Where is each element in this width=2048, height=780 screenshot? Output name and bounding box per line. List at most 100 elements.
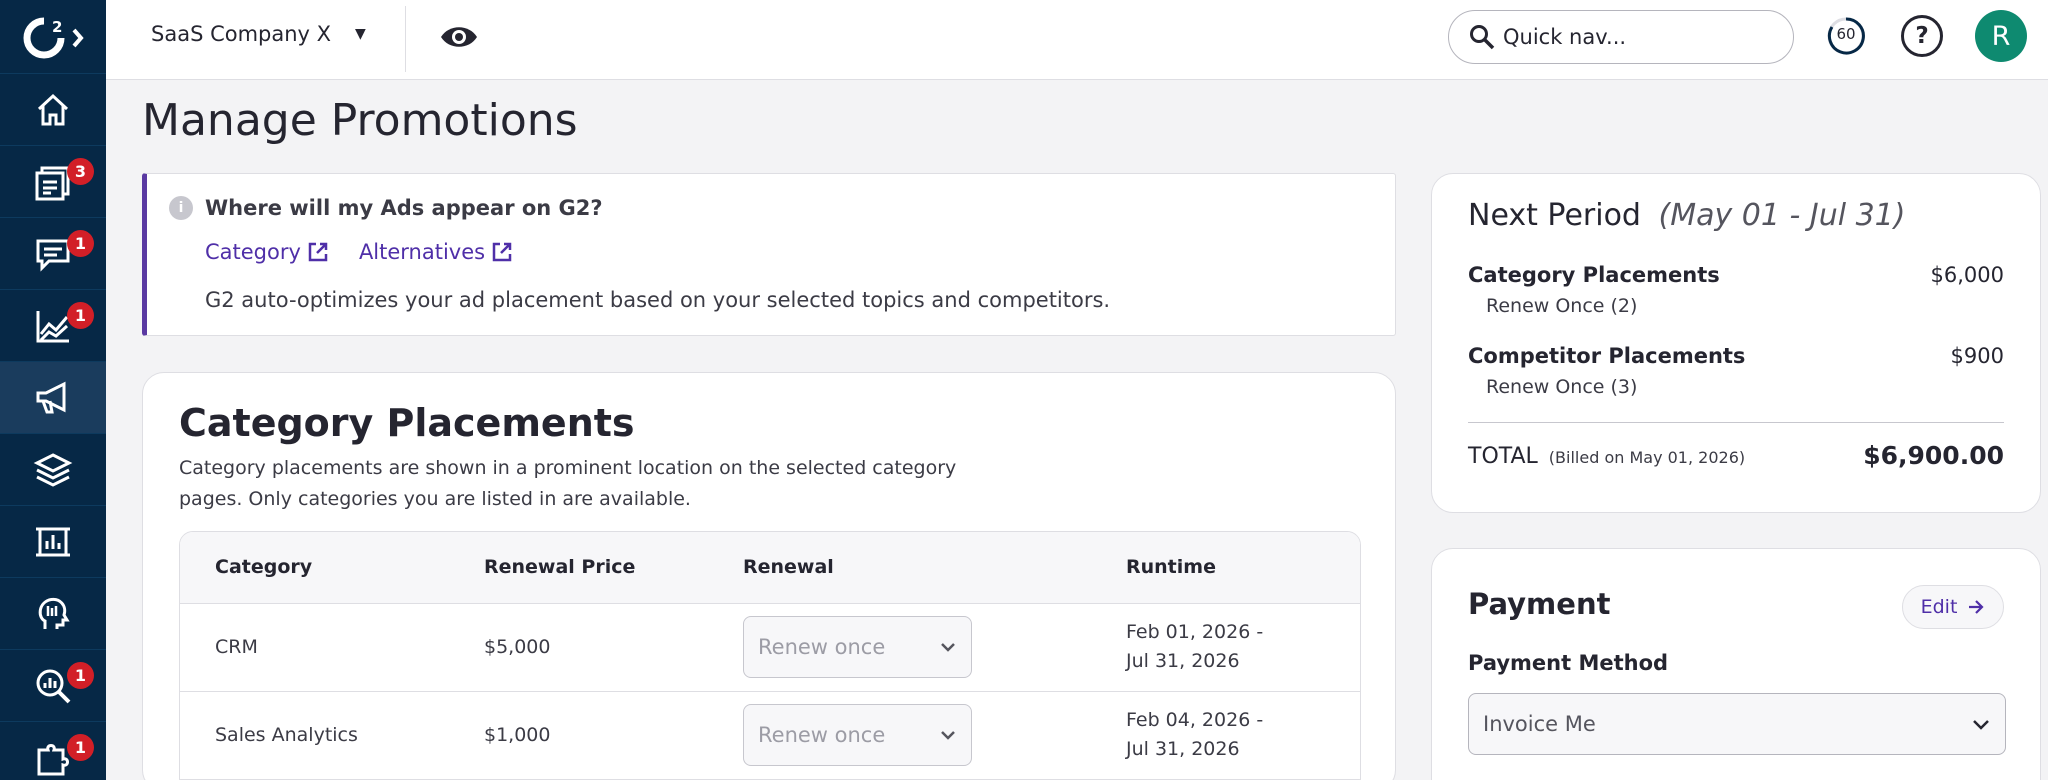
line-label: Competitor Placements — [1468, 344, 1746, 368]
sidebar-item-reports[interactable] — [0, 506, 106, 578]
total-label-text: TOTAL — [1468, 444, 1538, 469]
column-header: Renewal Price — [484, 556, 636, 578]
company-selector[interactable]: SaaS Company X ▼ — [151, 22, 366, 46]
category-cell: Sales Analytics — [215, 724, 358, 746]
info-question: Where will my Ads appear on G2? — [205, 196, 603, 220]
payment-method-value: Invoice Me — [1483, 712, 1596, 736]
sidebar-item-products[interactable] — [0, 434, 106, 506]
divider — [405, 6, 406, 72]
runtime-cell: Feb 04, 2026 - Jul 31, 2026 — [1126, 706, 1263, 764]
payment-method-label: Payment Method — [1468, 651, 1669, 675]
info-links: Category Alternatives — [205, 240, 513, 264]
search-placeholder: Quick nav... — [1503, 25, 1627, 49]
line-sub: Renew Once (3) — [1486, 376, 1638, 398]
renewal-select[interactable]: Renew once — [743, 616, 972, 678]
quick-nav-search[interactable]: Quick nav... — [1448, 10, 1794, 64]
category-link-label: Category — [205, 240, 301, 264]
megaphone-icon — [36, 381, 66, 413]
ads-info-banner: i Where will my Ads appear on G2? Catego… — [142, 173, 1396, 336]
edit-payment-button[interactable]: Edit — [1902, 585, 2004, 629]
info-description: G2 auto-optimizes your ad placement base… — [205, 288, 1111, 312]
line-amount: $6,000 — [1930, 263, 2004, 287]
category-cell: CRM — [215, 636, 258, 658]
category-link[interactable]: Category — [205, 240, 329, 264]
summary-title: Next Period (May 01 - Jul 31) — [1468, 198, 1905, 233]
sidebar: 2 3 1 1 1 1 — [0, 0, 106, 780]
external-link-icon — [308, 242, 328, 262]
table-header: Category Renewal Price Renewal Runtime — [180, 532, 1360, 604]
search-icon — [1470, 25, 1495, 50]
info-icon: i — [169, 196, 193, 220]
column-header: Renewal — [743, 556, 834, 578]
runtime-end: Jul 31, 2026 — [1126, 650, 1240, 672]
category-placements-line: Category Placements $6,000 — [1468, 263, 2004, 287]
head-icon — [38, 597, 70, 629]
payment-title: Payment — [1468, 587, 1611, 621]
line-sub: Renew Once (2) — [1486, 295, 1638, 317]
notification-badge: 1 — [67, 302, 94, 329]
card-title: Category Placements — [179, 401, 635, 445]
category-table: Category Renewal Price Renewal Runtime C… — [179, 531, 1361, 780]
g2-logo[interactable]: 2 — [0, 0, 106, 74]
arrow-right-icon — [1969, 600, 1984, 614]
payment-method-select[interactable]: Invoice Me — [1468, 693, 2006, 755]
runtime-start: Feb 01, 2026 - — [1126, 621, 1264, 643]
svg-text:2: 2 — [52, 18, 62, 36]
summary-period: (May 01 - Jul 31) — [1658, 198, 1906, 233]
alternatives-link-label: Alternatives — [358, 240, 486, 264]
card-description: Category placements are shown in a promi… — [179, 457, 957, 510]
runtime-start: Feb 04, 2026 - — [1126, 709, 1264, 731]
help-icon[interactable]: ? — [1901, 15, 1943, 57]
sidebar-item-messages[interactable]: 1 — [0, 218, 106, 290]
table-row: Sales Analytics $1,000 Renew once Feb 04… — [180, 692, 1360, 780]
chevron-down-icon — [1973, 719, 1989, 730]
timer-value: 60 — [1836, 25, 1856, 43]
alternatives-link[interactable]: Alternatives — [359, 240, 513, 264]
notification-badge: 1 — [67, 734, 94, 761]
notification-badge: 1 — [67, 662, 94, 689]
sidebar-item-integrations[interactable]: 1 — [0, 722, 106, 780]
preview-button[interactable] — [439, 20, 479, 58]
edit-label: Edit — [1920, 596, 1958, 618]
top-bar: SaaS Company X ▼ Quick nav... 60 ? R — [106, 0, 2048, 80]
column-header: Runtime — [1126, 556, 1216, 578]
sidebar-item-analytics[interactable]: 1 — [0, 290, 106, 362]
chevron-down-icon — [941, 731, 955, 740]
payment-card: Payment Edit Payment Method Invoice Me — [1431, 548, 2041, 780]
report-icon — [36, 527, 70, 556]
page-title: Manage Promotions — [142, 95, 578, 146]
price-cell: $1,000 — [484, 724, 551, 746]
summary-title-text: Next Period — [1468, 198, 1641, 233]
category-placements-card: Category Placements Category placements … — [142, 372, 1396, 780]
sidebar-item-promotions[interactable] — [0, 362, 106, 434]
layers-icon — [33, 452, 73, 487]
home-icon — [37, 93, 69, 125]
sidebar-item-home[interactable] — [0, 74, 106, 146]
chevron-down-icon — [941, 643, 955, 652]
renewal-select[interactable]: Renew once — [743, 704, 972, 766]
total-label: TOTAL (Billed on May 01, 2026) — [1468, 444, 1745, 469]
runtime-cell: Feb 01, 2026 - Jul 31, 2026 — [1126, 618, 1263, 676]
caret-down-icon: ▼ — [355, 26, 366, 42]
sidebar-item-insights[interactable] — [0, 578, 106, 650]
runtime-end: Jul 31, 2026 — [1126, 738, 1240, 760]
line-label: Category Placements — [1468, 263, 1720, 287]
competitor-placements-line: Competitor Placements $900 — [1468, 344, 2004, 368]
line-amount: $900 — [1950, 344, 2004, 368]
divider — [1468, 422, 2004, 423]
total-amount: $6,900.00 — [1863, 441, 2004, 470]
total-note: (Billed on May 01, 2026) — [1548, 448, 1746, 467]
sidebar-item-reviews[interactable]: 3 — [0, 146, 106, 218]
external-link-icon — [492, 242, 512, 262]
eye-icon — [441, 27, 477, 47]
sidebar-item-research[interactable]: 1 — [0, 650, 106, 722]
renewal-select-value: Renew once — [758, 635, 886, 659]
notification-badge: 3 — [67, 158, 94, 185]
column-header: Category — [215, 556, 313, 578]
table-row: CRM $5,000 Renew once Feb 01, 2026 - Jul… — [180, 604, 1360, 692]
company-name: SaaS Company X — [151, 22, 332, 46]
avatar[interactable]: R — [1975, 10, 2027, 62]
price-cell: $5,000 — [484, 636, 551, 658]
notification-badge: 1 — [67, 230, 94, 257]
renewal-select-value: Renew once — [758, 723, 886, 747]
